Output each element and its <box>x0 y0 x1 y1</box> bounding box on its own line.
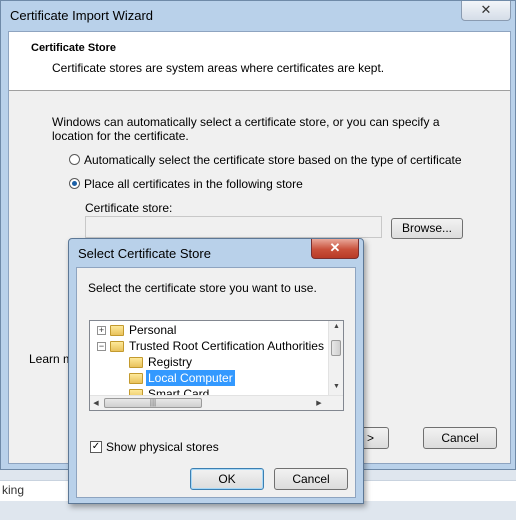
dialog-body: Select the certificate store you want to… <box>76 267 356 498</box>
tree-node[interactable]: + Personal <box>90 322 326 338</box>
background-window-text: king <box>2 483 25 497</box>
show-physical-stores-label[interactable]: Show physical stores <box>106 440 219 454</box>
wizard-title: Certificate Import Wizard <box>10 8 154 23</box>
scroll-down-icon[interactable]: ▼ <box>329 383 343 390</box>
auto-select-radio[interactable] <box>69 154 80 165</box>
dialog-close-button[interactable]: ✕ <box>311 239 359 259</box>
certificate-store-label: Certificate store: <box>85 201 173 215</box>
folder-icon <box>110 325 124 336</box>
tree-node[interactable]: − Trusted Root Certification Authorities <box>90 338 326 354</box>
select-certificate-store-dialog: Select Certificate Store ✕ Select the ce… <box>68 238 364 504</box>
expand-icon[interactable]: + <box>97 326 106 335</box>
tree-node[interactable]: Local Computer <box>90 370 326 386</box>
certificate-store-field[interactable] <box>85 216 382 238</box>
browse-button[interactable]: Browse... <box>391 218 463 239</box>
folder-icon <box>110 341 124 352</box>
place-in-store-label[interactable]: Place all certificates in the following … <box>84 177 303 191</box>
auto-select-label[interactable]: Automatically select the certificate sto… <box>84 153 462 167</box>
scroll-right-icon[interactable]: ▶ <box>313 399 325 407</box>
tree-node-label[interactable]: Personal <box>127 322 178 338</box>
tree-horizontal-scrollbar[interactable]: ◀ ||| ▶ <box>90 395 343 410</box>
folder-icon <box>129 373 143 384</box>
wizard-cancel-button[interactable]: Cancel <box>423 427 497 449</box>
ok-button[interactable]: OK <box>190 468 264 490</box>
page-subheading: Certificate stores are system areas wher… <box>52 61 385 75</box>
folder-icon <box>129 357 143 368</box>
scroll-up-icon[interactable]: ▲ <box>329 323 343 330</box>
wizard-header: Certificate Store Certificate stores are… <box>9 32 510 91</box>
wizard-close-button[interactable]: ✕ <box>461 1 511 21</box>
vertical-scroll-thumb[interactable] <box>331 340 341 356</box>
dialog-prompt: Select the certificate store you want to… <box>88 281 317 295</box>
tree-node-label[interactable]: Trusted Root Certification Authorities <box>127 338 326 354</box>
horizontal-scroll-thumb[interactable]: ||| <box>104 398 202 408</box>
tree-node[interactable]: Registry <box>90 354 326 370</box>
tree-vertical-scrollbar[interactable]: ▲ ▼ <box>328 321 343 395</box>
tree-node-label[interactable]: Local Computer <box>146 370 235 386</box>
dialog-cancel-button[interactable]: Cancel <box>274 468 348 490</box>
place-in-store-radio[interactable] <box>69 178 80 189</box>
certificate-store-tree[interactable]: + Personal − Trusted Root Certification Aut… <box>89 320 344 411</box>
store-description: Windows can automatically select a certi… <box>52 115 440 143</box>
collapse-icon[interactable]: − <box>97 342 106 351</box>
tree-node-label[interactable]: Registry <box>146 354 194 370</box>
scroll-left-icon[interactable]: ◀ <box>90 399 102 407</box>
page-heading: Certificate Store <box>31 42 116 54</box>
show-physical-stores-checkbox[interactable]: ✓ <box>90 441 102 453</box>
dialog-title: Select Certificate Store <box>78 246 211 261</box>
